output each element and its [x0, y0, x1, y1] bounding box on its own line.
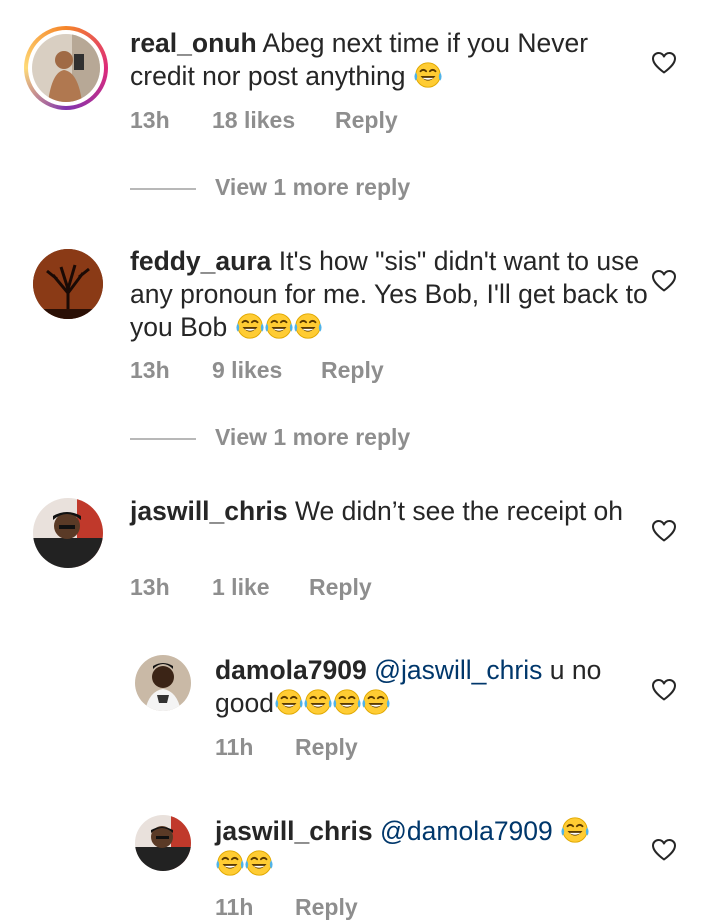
- likes-count[interactable]: 1 like: [212, 574, 270, 601]
- heart-icon[interactable]: [651, 838, 677, 862]
- heart-icon[interactable]: [651, 678, 677, 702]
- avatar[interactable]: [135, 815, 191, 871]
- heart-icon[interactable]: [651, 269, 677, 293]
- comment-username[interactable]: jaswill_chris: [215, 816, 373, 846]
- view-more-replies[interactable]: View 1 more reply: [130, 174, 430, 204]
- likes-count[interactable]: 9 likes: [212, 357, 282, 384]
- laughing-emoji-icon: [332, 687, 362, 717]
- laughing-emoji-icon: [303, 687, 333, 717]
- divider-line: [130, 188, 196, 190]
- comment-text: real_onuh Abeg next time if you Never cr…: [130, 27, 650, 93]
- reply-button[interactable]: Reply: [295, 734, 358, 761]
- comment-item: real_onuh Abeg next time if you Never cr…: [0, 0, 720, 215]
- mention-link[interactable]: @damola7909: [380, 816, 553, 846]
- comment-time: 11h: [215, 894, 254, 920]
- comment-time: 13h: [130, 574, 170, 600]
- reply-button[interactable]: Reply: [335, 107, 398, 134]
- view-more-replies[interactable]: View 1 more reply: [130, 424, 430, 454]
- avatar[interactable]: [32, 34, 100, 102]
- likes-count[interactable]: 18 likes: [212, 107, 295, 134]
- laughing-emoji-icon: [244, 848, 274, 878]
- story-ring[interactable]: [24, 26, 108, 110]
- laughing-emoji-icon: [361, 687, 391, 717]
- avatar[interactable]: [135, 655, 191, 711]
- avatar[interactable]: [33, 249, 103, 319]
- comment-username[interactable]: jaswill_chris: [130, 496, 288, 526]
- comment-text: jaswill_chris @damola7909: [215, 815, 635, 881]
- comment-username[interactable]: feddy_aura: [130, 246, 271, 276]
- laughing-emoji-icon: [264, 311, 294, 341]
- laughing-emoji-icon: [293, 311, 323, 341]
- heart-icon[interactable]: [651, 51, 677, 75]
- comment-time: 13h: [130, 357, 170, 383]
- laughing-emoji-icon: [235, 311, 265, 341]
- comment-text: damola7909 @jaswill_chris u no good: [215, 654, 635, 720]
- avatar[interactable]: [33, 498, 103, 568]
- comment-username[interactable]: real_onuh: [130, 28, 257, 58]
- reply-button[interactable]: Reply: [321, 357, 384, 384]
- comment-body-cont: good: [215, 688, 274, 718]
- laughing-emoji-icon: [215, 848, 245, 878]
- laughing-emoji-icon: [274, 687, 304, 717]
- comment-body: u no: [549, 655, 602, 685]
- comment-body: We didn’t see the receipt oh: [295, 496, 624, 526]
- heart-icon[interactable]: [651, 519, 677, 543]
- reply-button[interactable]: Reply: [309, 574, 372, 601]
- comment-text: feddy_aura It's how "sis" didn't want to…: [130, 245, 650, 344]
- comment-username[interactable]: damola7909: [215, 655, 367, 685]
- laughing-emoji-icon: [413, 60, 443, 90]
- view-more-label[interactable]: View 1 more reply: [215, 174, 410, 201]
- laughing-emoji-icon: [560, 815, 590, 845]
- reply-button[interactable]: Reply: [295, 894, 358, 921]
- view-more-label[interactable]: View 1 more reply: [215, 424, 410, 451]
- mention-link[interactable]: @jaswill_chris: [374, 655, 542, 685]
- divider-line: [130, 438, 196, 440]
- comment-text: jaswill_chris We didn’t see the receipt …: [130, 495, 650, 528]
- comment-time: 13h: [130, 107, 170, 133]
- comment-time: 11h: [215, 734, 254, 760]
